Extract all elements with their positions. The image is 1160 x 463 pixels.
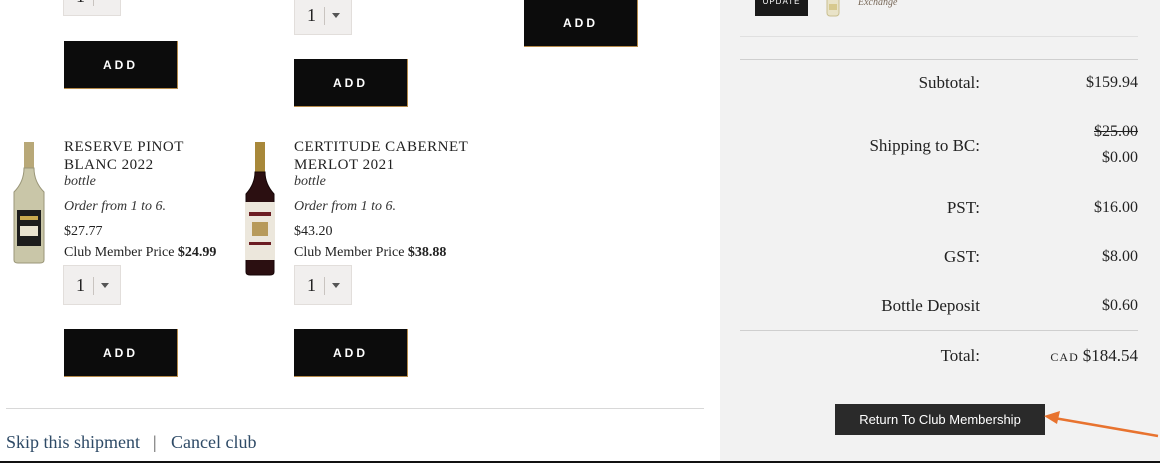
- add-button[interactable]: ADD: [294, 329, 408, 377]
- gst-value: $8.00: [1102, 248, 1138, 265]
- shipping-value: $0.00: [1102, 149, 1138, 166]
- product-unit: bottle: [294, 174, 326, 189]
- product-name[interactable]: RESERVE PINOT BLANC 2022: [64, 138, 184, 174]
- gst-label: GST:: [944, 247, 980, 266]
- club-member-price: Club Member Price $38.88: [294, 245, 446, 261]
- footer-separator: |: [153, 432, 157, 452]
- update-button[interactable]: UPDATE: [755, 0, 808, 16]
- quantity-stepper[interactable]: 1: [63, 0, 121, 16]
- return-to-club-membership-button[interactable]: Return To Club Membership: [835, 404, 1045, 435]
- product-name-line2: BLANC 2022: [64, 157, 154, 173]
- product-price: $27.77: [64, 224, 103, 239]
- product-price: $43.20: [294, 224, 333, 239]
- subtotal-value: $159.94: [1086, 74, 1138, 91]
- pst-value: $16.00: [1094, 199, 1138, 216]
- pst-label: PST:: [946, 198, 980, 217]
- club-member-price: Club Member Price $24.99: [64, 245, 216, 261]
- summary-divider: [740, 330, 1138, 331]
- total-amount: $184.54: [1082, 346, 1138, 365]
- quantity-value: 1: [307, 5, 316, 25]
- product-name[interactable]: CERTITUDE CABERNET MERLOT 2021: [294, 138, 468, 174]
- add-button[interactable]: ADD: [64, 41, 178, 89]
- product-name-line2: MERLOT 2021: [294, 157, 395, 173]
- quantity-separator: [93, 277, 94, 295]
- quantity-separator: [324, 277, 325, 295]
- product-name-line1: CERTITUDE CABERNET: [294, 139, 469, 155]
- add-button[interactable]: ADD: [294, 59, 408, 107]
- shipping-label: Shipping to BC:: [869, 136, 980, 155]
- quantity-stepper[interactable]: 1: [294, 265, 352, 305]
- summary-divider: [740, 36, 1138, 37]
- chevron-down-icon[interactable]: [332, 283, 340, 288]
- add-button[interactable]: ADD: [64, 329, 178, 377]
- order-summary-panel: [720, 0, 1160, 463]
- total-value: CAD $184.54: [1050, 346, 1138, 366]
- summary-divider: [740, 59, 1138, 60]
- subtotal-label: Subtotal:: [918, 73, 980, 92]
- chevron-down-icon[interactable]: [332, 13, 340, 18]
- skip-shipment-link[interactable]: Skip this shipment: [6, 432, 140, 453]
- club-price-value: $38.88: [407, 245, 447, 260]
- club-price-label: Club Member Price: [64, 245, 175, 260]
- quantity-value: 1: [76, 275, 85, 295]
- wine-thumbnail-icon: [826, 0, 840, 17]
- shipping-original-value: $25.00: [1094, 123, 1138, 140]
- product-name-line1: RESERVE PINOT: [64, 139, 184, 155]
- bottle-deposit-value: $0.60: [1102, 297, 1138, 314]
- exchange-text: Exchange: [858, 0, 898, 8]
- order-range: Order from 1 to 6.: [64, 199, 167, 214]
- club-price-value: $24.99: [177, 245, 217, 260]
- chevron-down-icon[interactable]: [101, 283, 109, 288]
- quantity-stepper[interactable]: 1: [294, 0, 352, 35]
- quantity-separator: [93, 0, 94, 6]
- quantity-value: 1: [307, 275, 316, 295]
- quantity-stepper[interactable]: 1: [63, 265, 121, 305]
- quantity-separator: [324, 7, 325, 25]
- cancel-club-link[interactable]: Cancel club: [171, 432, 256, 453]
- section-divider: [6, 408, 704, 409]
- add-button[interactable]: ADD: [524, 0, 638, 47]
- annotation-arrow-icon: [1044, 411, 1159, 438]
- total-label: Total:: [940, 346, 980, 365]
- wine-bottle-image[interactable]: [9, 142, 49, 264]
- product-unit: bottle: [64, 174, 96, 189]
- bottle-deposit-label: Bottle Deposit: [881, 296, 980, 315]
- quantity-value: 1: [76, 0, 85, 7]
- order-range: Order from 1 to 6.: [294, 199, 397, 214]
- wine-bottle-image[interactable]: [240, 142, 280, 276]
- total-currency: CAD: [1050, 350, 1079, 364]
- club-price-label: Club Member Price: [294, 245, 405, 260]
